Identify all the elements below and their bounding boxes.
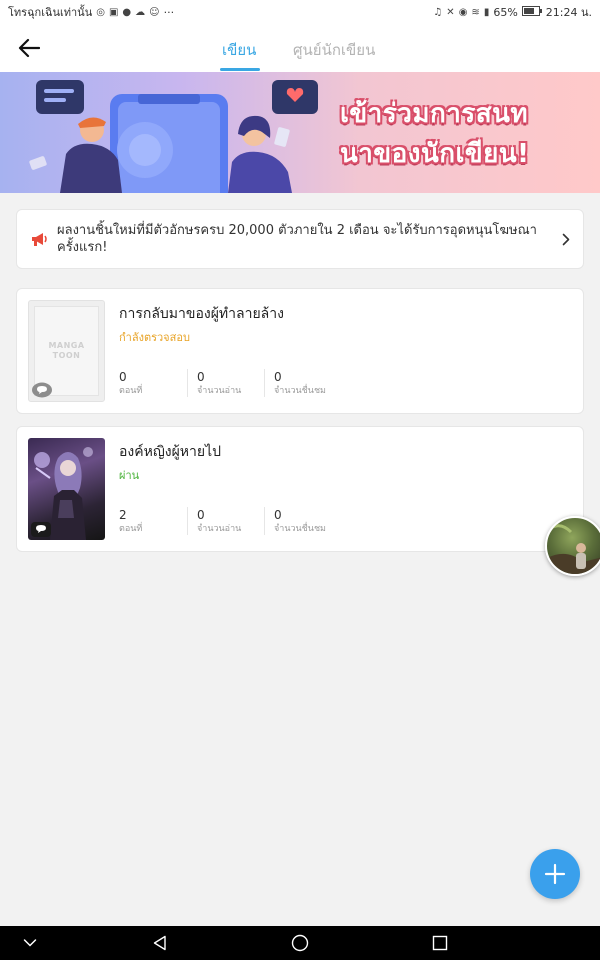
stat-value: 0: [274, 370, 282, 384]
stat-label: จำนวนชื่นชม: [274, 524, 326, 534]
stat-value: 0: [274, 508, 282, 522]
cloud-icon: ☁: [135, 6, 146, 18]
stat-label: จำนวนชื่นชม: [274, 386, 326, 396]
stat-likes: 0 จำนวนชื่นชม: [264, 507, 326, 535]
system-nav-bar: [0, 926, 600, 960]
comment-icon: [31, 382, 53, 399]
wifi-icon: ≋: [471, 6, 480, 18]
work-card[interactable]: องค์หญิงผู้หายไป ผ่าน 2 ตอนที่ 0 จำนวนอ่…: [16, 426, 584, 552]
chevron-right-icon: [559, 233, 573, 246]
add-work-button[interactable]: [530, 849, 580, 899]
stat-reads: 0 จำนวนอ่าน: [187, 369, 241, 397]
square-recents-icon: [432, 935, 448, 951]
stat-label: ตอนที่: [119, 386, 143, 396]
battery-percent: 65%: [493, 5, 518, 19]
stat-value: 0: [119, 370, 127, 384]
top-bar: เขียน ศูนย์นักเขียน: [0, 24, 600, 72]
banner-headline: เข้าร่วมการสนท นาของนักเขียน!: [340, 94, 580, 174]
work-title: องค์หญิงผู้หายไป: [119, 444, 222, 460]
nav-back-button[interactable]: [148, 932, 172, 954]
clock: 21:24 น.: [545, 6, 592, 19]
stat-likes: 0 จำนวนชื่นชม: [264, 369, 326, 397]
logo-word-2: TOON: [52, 351, 81, 360]
active-tab-indicator: [220, 68, 260, 71]
banner-line-1: เข้าร่วมการสนท: [340, 99, 529, 129]
stat-episodes: 2 ตอนที่: [119, 507, 142, 535]
messenger-icon: ◎: [96, 6, 105, 18]
megaphone-icon: [27, 231, 51, 247]
work-cover: MANGA TOON: [28, 300, 105, 402]
stat-value: 0: [197, 508, 205, 522]
tab-writer-center[interactable]: ศูนย์นักเขียน: [293, 38, 375, 62]
status-left: โทรฉุกเฉินเท่านั้น ◎ ▣ ● ☁ ☺ ···: [8, 3, 174, 21]
work-status: ผ่าน: [119, 469, 140, 482]
triangle-back-icon: [153, 935, 166, 951]
tab-write[interactable]: เขียน: [222, 38, 256, 62]
stat-label: จำนวนอ่าน: [197, 386, 242, 396]
announcement-text: ผลงานชิ้นใหม่ที่มีตัวอักษรครบ 20,000 ตัว…: [57, 223, 537, 255]
stat-value: 2: [119, 508, 127, 522]
emoji-icon: ☺: [149, 6, 160, 18]
promo-banner[interactable]: เข้าร่วมการสนท นาของนักเขียน!: [0, 72, 600, 193]
back-arrow-icon: [18, 38, 40, 58]
mute-icon: ✕: [446, 6, 455, 18]
more-notifications: ···: [163, 5, 175, 19]
logo-word-1: MANGA: [48, 341, 85, 350]
eye-icon: ◉: [458, 6, 468, 18]
work-card[interactable]: MANGA TOON การกลับมาของผู้ทำลายล้าง กำลั…: [16, 288, 584, 414]
nav-collapse-button[interactable]: [18, 932, 42, 954]
stat-label: ตอนที่: [119, 524, 143, 534]
signal-icon: ▮: [483, 6, 490, 18]
stat-episodes: 0 ตอนที่: [119, 369, 142, 397]
status-bar: โทรฉุกเฉินเท่านั้น ◎ ▣ ● ☁ ☺ ··· ♫ ✕ ◉ ≋…: [0, 0, 600, 24]
stat-label: จำนวนอ่าน: [197, 524, 242, 534]
stat-reads: 0 จำนวนอ่าน: [187, 507, 241, 535]
nav-recents-button[interactable]: [428, 932, 452, 954]
chevron-down-icon: [23, 939, 37, 947]
battery-icon: [521, 5, 542, 19]
back-button[interactable]: [14, 34, 44, 62]
stat-value: 0: [197, 370, 205, 384]
plus-icon: [544, 863, 566, 885]
media-icon: ▣: [108, 6, 119, 18]
floating-chat-head[interactable]: [545, 516, 600, 576]
announcement-card[interactable]: ผลงานชิ้นใหม่ที่มีตัวอักษรครบ 20,000 ตัว…: [16, 209, 584, 269]
comment-icon: [30, 521, 52, 538]
carrier-text: โทรฉุกเฉินเท่านั้น: [8, 6, 93, 19]
banner-line-2: นาของนักเขียน!: [340, 139, 530, 169]
work-status: กำลังตรวจสอบ: [119, 331, 190, 344]
chat-head-photo: [547, 524, 600, 574]
headset-icon: ♫: [433, 6, 443, 18]
work-cover: [28, 438, 105, 540]
nav-home-button[interactable]: [288, 932, 312, 954]
status-right: ♫ ✕ ◉ ≋ ▮ 65% 21:24 น.: [433, 3, 592, 21]
circle-home-icon: [291, 934, 309, 952]
work-title: การกลับมาของผู้ทำลายล้าง: [119, 306, 284, 322]
line-icon: ●: [122, 6, 132, 18]
